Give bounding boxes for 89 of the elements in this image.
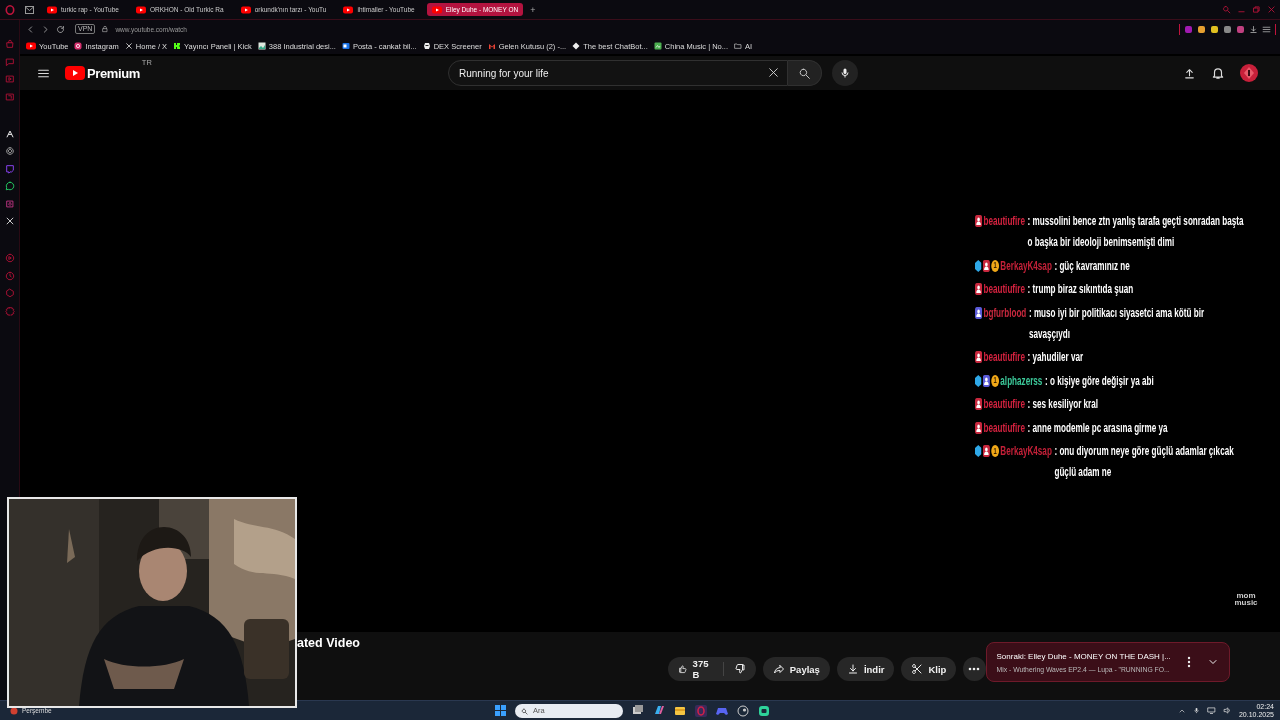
youtube-logo-icon[interactable] <box>65 66 85 80</box>
coin-badge: 1 <box>991 374 1000 387</box>
browser-icon[interactable] <box>695 704 707 717</box>
new-tab-button[interactable]: + <box>530 4 536 15</box>
gem-badge <box>975 374 982 387</box>
lock-icon <box>101 25 110 33</box>
mail-icon <box>341 42 350 50</box>
close-icon[interactable] <box>1267 5 1276 14</box>
download-icon <box>846 663 859 675</box>
clip-button[interactable]: Klip <box>901 657 957 681</box>
logo-text[interactable]: Premium <box>87 65 140 81</box>
opera-icon[interactable] <box>5 4 15 15</box>
youtube-icon <box>431 5 442 14</box>
avatar-icon[interactable] <box>1240 64 1258 82</box>
chat-username[interactable]: alphazerss <box>1000 370 1043 392</box>
windows-start-icon[interactable] <box>495 705 506 716</box>
arrow-icon[interactable] <box>4 128 15 139</box>
x-logo-icon <box>124 42 133 50</box>
chat-message: : mussolini bence ztn yanlış tarafa geçti sonradan başta o başka bir ideoloji benimsemişti dimi <box>1027 213 1245 251</box>
chat-message: : o kişiye göre değişir ya abi <box>1044 372 1155 390</box>
youtube-icon <box>47 5 57 14</box>
chat-username[interactable]: beautiufire <box>983 417 1025 439</box>
youtube-icon <box>135 5 146 14</box>
speaker-icon[interactable] <box>1222 706 1232 715</box>
search-button[interactable] <box>788 60 822 86</box>
coin-badge: 1 <box>991 259 1000 272</box>
task-view-icon[interactable] <box>632 704 644 717</box>
youtube-icon <box>240 5 251 14</box>
microphone-icon <box>839 67 851 79</box>
microphone-icon[interactable] <box>1192 706 1200 715</box>
more-button[interactable] <box>963 657 986 681</box>
image-icon <box>653 42 662 50</box>
download-icon[interactable] <box>1249 24 1258 34</box>
search-field[interactable]: Running for your life <box>448 60 788 86</box>
more-icon <box>968 667 981 671</box>
chat-message: : trump biraz sıkıntıda şuan <box>1027 281 1135 298</box>
x-logo-icon[interactable] <box>4 216 15 226</box>
chat-message: : güç kavramınız ne <box>1054 257 1131 275</box>
folder-icon <box>734 42 743 50</box>
chat-message: : muso iyi bir politikacı siyasetci ama kötü bir savaşçıydı <box>1028 304 1206 343</box>
like-icon <box>678 663 688 675</box>
share-icon <box>772 663 785 675</box>
coin-badge: 1 <box>991 445 1000 457</box>
chat-message: : ses kesiliyor kral <box>1027 396 1100 413</box>
flower-icon[interactable] <box>4 146 15 156</box>
dislike-icon <box>733 663 746 675</box>
scissors-icon <box>911 663 924 675</box>
chat-username[interactable]: beautiufire <box>983 211 1025 232</box>
gem-badge <box>975 259 982 272</box>
youtube-icon <box>343 5 354 14</box>
chat-bubble-icon[interactable] <box>4 163 15 174</box>
chat-username[interactable]: BerkayK4sap <box>1000 255 1052 277</box>
upload-icon[interactable] <box>1183 66 1196 80</box>
menu-icon[interactable] <box>1262 24 1271 34</box>
chat-app-icon[interactable] <box>758 704 770 717</box>
clear-icon[interactable] <box>767 66 780 79</box>
chat-username[interactable]: beautiufire <box>983 279 1025 300</box>
chat-username[interactable]: beautiufire <box>983 347 1025 368</box>
mail-icon[interactable] <box>25 5 34 14</box>
chat-username[interactable]: BerkayK4sap <box>1000 441 1052 462</box>
restore-icon[interactable] <box>1252 5 1261 14</box>
k-logo-icon <box>173 42 182 50</box>
search-icon[interactable] <box>1222 5 1231 14</box>
gem-badge <box>975 445 982 457</box>
more-vertical-icon[interactable] <box>1187 656 1191 668</box>
chat-username[interactable]: beautiufire <box>983 394 1025 415</box>
download-button[interactable]: İndir <box>836 657 895 681</box>
chat-username[interactable]: bgfurblood <box>983 302 1027 324</box>
chat-message: : yahudiler var <box>1027 349 1085 366</box>
share-button[interactable]: Paylaş <box>762 657 830 681</box>
chat-message: : anne modemle pc arasına girme ya <box>1027 419 1169 437</box>
video-title: ated Video <box>297 636 360 650</box>
channel-logo: mom music <box>1234 592 1258 606</box>
monitor-icon[interactable] <box>1206 706 1216 715</box>
camera-icon <box>74 42 83 50</box>
notifications-icon[interactable] <box>1211 66 1225 80</box>
microphone-button[interactable] <box>832 60 858 86</box>
app-icon[interactable] <box>10 706 18 715</box>
diamond-icon <box>572 42 581 50</box>
image-icon <box>257 42 266 50</box>
youtube-icon <box>26 42 36 50</box>
search-icon <box>798 66 811 80</box>
reload-icon[interactable] <box>56 24 65 34</box>
search-icon <box>521 707 528 715</box>
next-up-title: Sonraki: Elley Duhe - MONEY ON THE DASH |... <box>996 651 1172 661</box>
folder-icon[interactable] <box>674 704 686 717</box>
mail-icon <box>487 42 496 50</box>
camera-icon[interactable] <box>4 198 15 209</box>
chat-message: : onu diyorum neye göre güçlü adamlar çıkcak güçlü adam ne <box>1054 443 1235 481</box>
